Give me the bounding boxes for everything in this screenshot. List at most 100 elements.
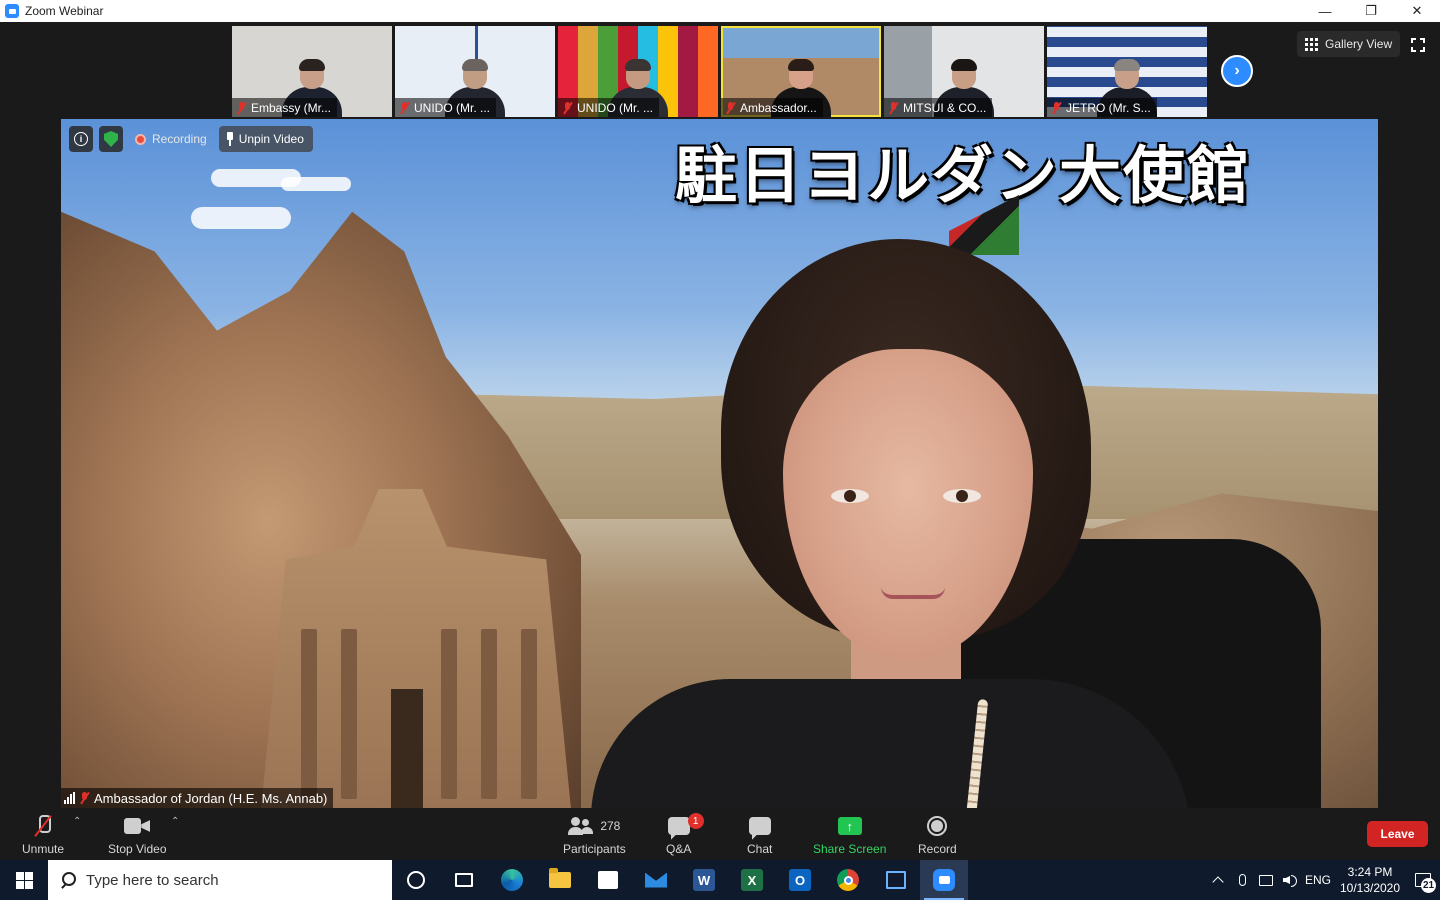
grid-icon — [1305, 37, 1318, 51]
participant-name: MITSUI & CO... — [903, 100, 987, 115]
store-icon — [598, 871, 618, 889]
meeting-stage: Embassy (Mr... UNIDO (Mr. ... UNIDO (Mr.… — [0, 22, 1440, 808]
start-button[interactable] — [0, 860, 48, 900]
speaker-name: Ambassador of Jordan (H.E. Ms. Annab) — [94, 790, 328, 806]
chat-label: Chat — [747, 842, 773, 856]
chevron-up-icon — [1212, 876, 1224, 888]
clock-time: 3:24 PM — [1347, 865, 1393, 879]
close-button[interactable]: ✕ — [1394, 0, 1440, 22]
participant-name: Embassy (Mr... — [251, 100, 332, 115]
participants-icon — [568, 816, 594, 836]
input-language[interactable]: ENG — [1302, 873, 1334, 887]
notification-count: 21 — [1421, 878, 1436, 893]
mic-muted-icon — [725, 101, 736, 114]
share-screen-label: Share Screen — [813, 842, 887, 856]
speaker-person — [531, 239, 1211, 808]
participant-thumbnail[interactable]: UNIDO (Mr. ... — [395, 26, 555, 117]
system-tray: ENG 3:24 PM 10/13/2020 21 — [1206, 860, 1440, 900]
participant-thumbnail-active[interactable]: Ambassador... — [721, 26, 881, 117]
action-center-button[interactable]: 21 — [1406, 860, 1440, 900]
qa-badge: 1 — [687, 813, 704, 829]
minimize-button[interactable]: — — [1302, 0, 1348, 22]
chrome-taskbar-button[interactable] — [824, 860, 872, 900]
participants-count: 278 — [600, 819, 621, 833]
mic-muted-icon — [399, 101, 410, 114]
window-taskbar-button[interactable] — [872, 860, 920, 900]
restore-button[interactable]: ❐ — [1348, 0, 1394, 22]
zoom-taskbar-button[interactable] — [920, 860, 968, 900]
outlook-taskbar-button[interactable]: O — [776, 860, 824, 900]
folder-icon — [549, 868, 571, 888]
participant-thumbnail[interactable]: Embassy (Mr... — [232, 26, 392, 117]
recording-dot-icon — [135, 133, 146, 145]
excel-taskbar-button[interactable]: X — [728, 860, 776, 900]
window-titlebar: Zoom Webinar — ❐ ✕ — [0, 0, 1440, 22]
stop-video-label: Stop Video — [108, 842, 167, 856]
unpin-video-button[interactable]: Unpin Video — [218, 126, 313, 152]
participant-label: MITSUI & CO... — [884, 98, 993, 117]
store-taskbar-button[interactable] — [584, 860, 632, 900]
task-view-button[interactable] — [440, 860, 488, 900]
participant-name: Ambassador... — [740, 100, 817, 115]
tray-microphone-button[interactable] — [1230, 860, 1254, 900]
video-camera-icon — [124, 818, 150, 834]
chrome-icon — [837, 869, 859, 891]
taskbar-search-input[interactable] — [86, 871, 366, 889]
video-overlay-controls: i Recording Unpin Video — [69, 126, 313, 152]
next-page-arrow-icon[interactable]: › — [1221, 55, 1253, 87]
participant-label: Ambassador... — [721, 98, 823, 117]
volume-button[interactable] — [1278, 860, 1302, 900]
network-button[interactable] — [1254, 860, 1278, 900]
network-icon — [1259, 874, 1273, 886]
chat-button[interactable]: Chat — [747, 812, 772, 856]
chat-bubble-icon — [748, 817, 771, 835]
pin-icon — [226, 132, 234, 146]
word-taskbar-button[interactable]: W — [680, 860, 728, 900]
mic-muted-icon — [79, 792, 90, 804]
background-banner-text: 駐日ヨルダン大使館 — [675, 139, 1252, 212]
record-button[interactable]: Record — [918, 812, 957, 856]
meeting-info-icon[interactable]: i — [69, 126, 93, 152]
participant-label: UNIDO (Mr. ... — [558, 98, 659, 117]
security-shield-icon[interactable] — [99, 126, 123, 152]
cortana-button[interactable] — [392, 860, 440, 900]
speaker-name-tag: Ambassador of Jordan (H.E. Ms. Annab) — [61, 788, 334, 808]
unpin-video-label: Unpin Video — [238, 132, 304, 146]
word-icon: W — [693, 869, 715, 891]
participant-name: UNIDO (Mr. ... — [414, 100, 490, 115]
participant-thumbnail[interactable]: UNIDO (Mr. ... — [558, 26, 718, 117]
mail-icon — [645, 872, 667, 888]
share-screen-button[interactable]: ↑ Share Screen — [813, 812, 886, 856]
qa-button[interactable]: 1 Q&A — [666, 812, 704, 856]
stop-video-button[interactable]: Stop Video — [108, 812, 167, 856]
participant-label: UNIDO (Mr. ... — [395, 98, 496, 117]
participants-button[interactable]: 278 Participants — [563, 812, 626, 856]
record-icon — [927, 816, 948, 836]
leave-button[interactable]: Leave — [1367, 821, 1428, 847]
share-screen-icon: ↑ — [837, 817, 862, 835]
record-label: Record — [918, 842, 957, 856]
cloud — [191, 207, 291, 229]
gallery-view-button[interactable]: Gallery View — [1297, 31, 1401, 57]
zoom-logo-icon — [5, 4, 19, 18]
excel-icon: X — [741, 869, 763, 891]
show-hidden-icons-button[interactable] — [1206, 860, 1230, 900]
file-explorer-taskbar-button[interactable] — [536, 860, 584, 900]
mic-muted-icon — [562, 101, 573, 114]
participant-name: UNIDO (Mr. ... — [577, 100, 653, 115]
window-title: Zoom Webinar — [25, 4, 104, 18]
participant-thumbnail[interactable]: JETRO (Mr. S... — [1047, 26, 1207, 117]
edge-taskbar-button[interactable] — [488, 860, 536, 900]
unmute-button[interactable]: Unmute — [22, 812, 64, 856]
participant-thumbnail[interactable]: MITSUI & CO... — [884, 26, 1044, 117]
mail-taskbar-button[interactable] — [632, 860, 680, 900]
cloud — [281, 177, 351, 191]
gallery-view-label: Gallery View — [1325, 37, 1393, 51]
qa-label: Q&A — [666, 842, 692, 856]
audio-options-caret-icon[interactable]: ⌃ — [73, 816, 81, 827]
taskbar-search[interactable] — [48, 860, 392, 900]
participant-name: JETRO (Mr. S... — [1066, 100, 1151, 115]
taskbar-clock[interactable]: 3:24 PM 10/13/2020 — [1334, 864, 1406, 896]
video-options-caret-icon[interactable]: ⌃ — [171, 816, 179, 827]
fullscreen-icon[interactable] — [1411, 38, 1425, 52]
